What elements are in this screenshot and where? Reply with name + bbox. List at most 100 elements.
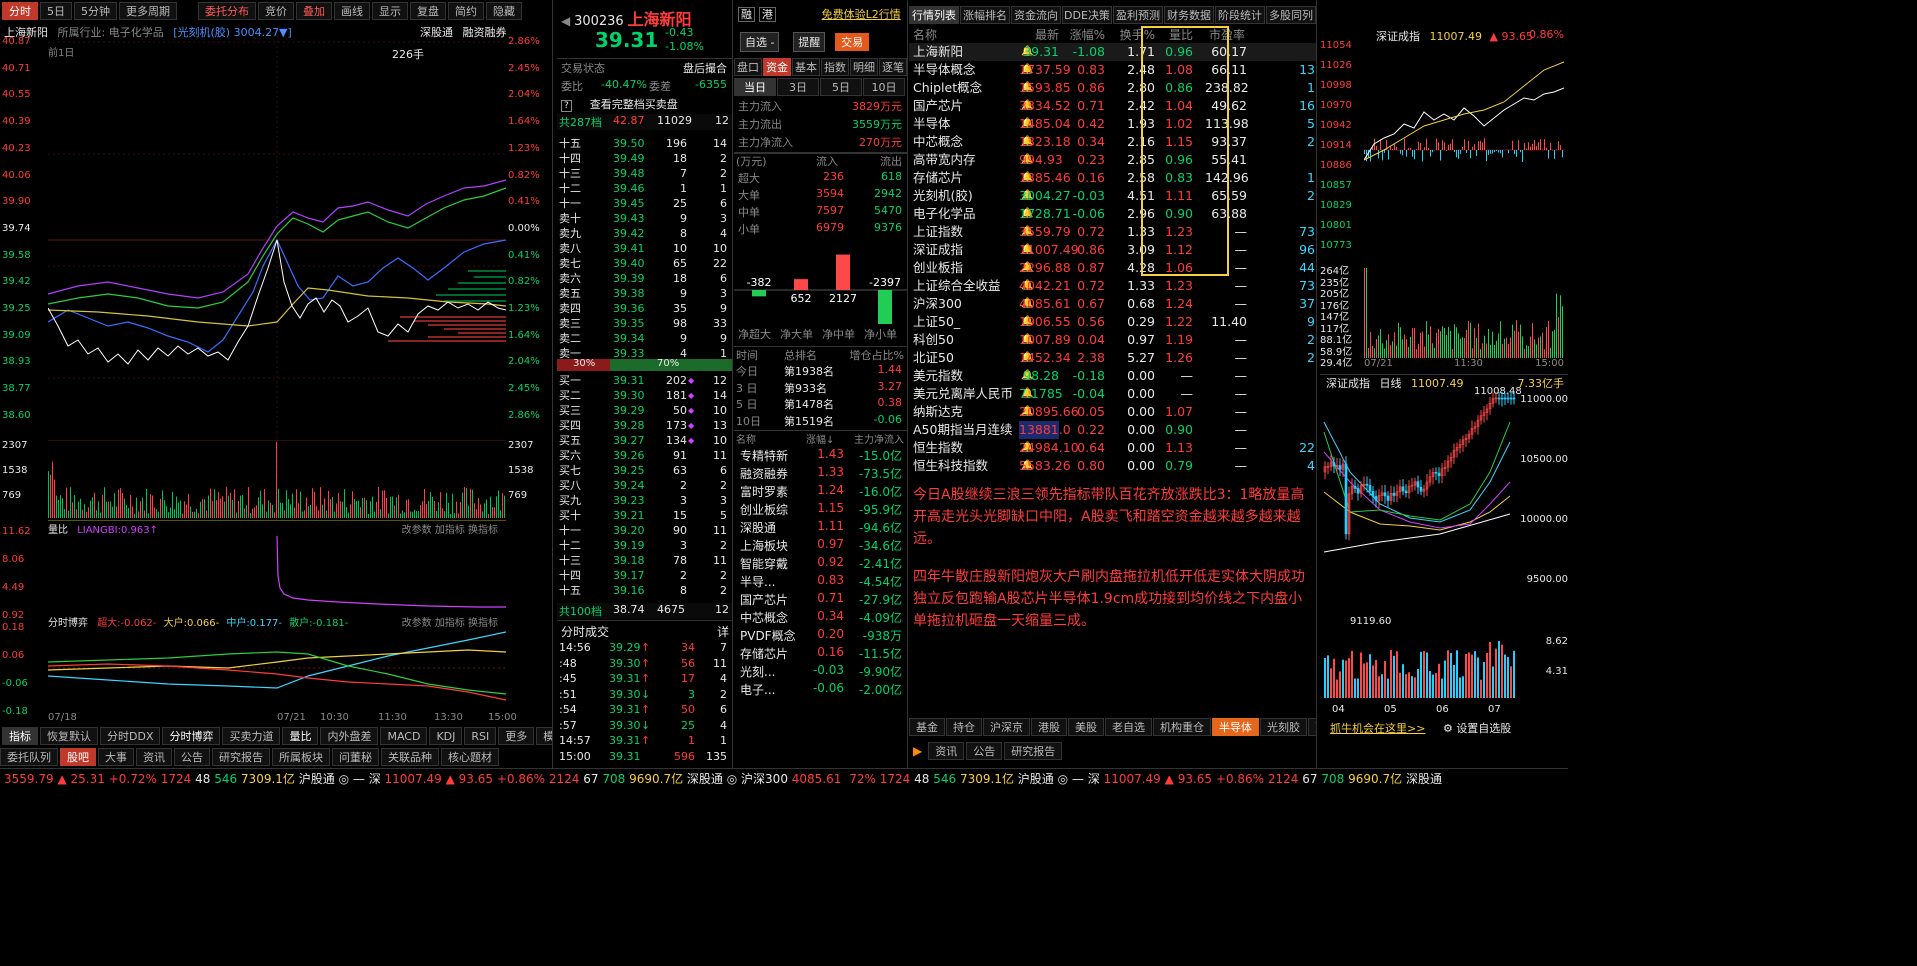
- fund-period-tab[interactable]: 10日: [863, 78, 905, 96]
- tab-bankuai[interactable]: 所属板块: [272, 748, 330, 766]
- quote-row[interactable]: 上海新阳 🔔 39.31 -1.08 1.71 0.96 60.17: [909, 43, 1316, 61]
- quote-bottom-tab[interactable]: 沪深京: [983, 718, 1030, 736]
- quote-row[interactable]: 电子化学品 🔔 1728.71 -0.06 2.96 0.90 63.88: [909, 205, 1316, 223]
- sector-name[interactable]: 光刻...: [740, 663, 775, 680]
- quote-tab[interactable]: 涨幅排名: [960, 6, 1010, 24]
- quote-row[interactable]: 中芯概念 🔔 1323.18 0.34 2.16 1.15 93.37 2: [909, 133, 1316, 151]
- tab-huaxian[interactable]: 画线: [334, 2, 370, 20]
- quote-name[interactable]: 上海新阳: [913, 43, 963, 61]
- tab-weituo[interactable]: 委托分布: [198, 2, 256, 20]
- sector-name[interactable]: 创业板综: [740, 501, 788, 518]
- quote-name[interactable]: 恒生科技指数: [913, 457, 988, 475]
- sector-name[interactable]: 国产芯片: [740, 591, 788, 608]
- fund-period-tab[interactable]: 3日: [777, 78, 819, 96]
- quote-name[interactable]: 电子化学品: [913, 205, 976, 223]
- quote-col-header[interactable]: 涨幅%: [1065, 26, 1105, 43]
- tab-jingjia[interactable]: 竞价: [258, 2, 294, 20]
- ind-tab-liangbi[interactable]: 量比: [282, 727, 319, 745]
- sector-name[interactable]: 融资融券: [740, 465, 788, 482]
- sgt-status-label[interactable]: 深股通: [687, 772, 723, 786]
- quote-row[interactable]: 北证50 🔔 1452.34 2.38 5.27 1.26—2: [909, 349, 1316, 367]
- tab-yincang[interactable]: 隐藏: [486, 2, 522, 20]
- sector-name[interactable]: 存储芯片: [740, 645, 788, 662]
- fund-tab[interactable]: 逐笔: [879, 58, 907, 76]
- quote-name[interactable]: 科创50: [913, 331, 954, 349]
- ind-tab-ddx[interactable]: 分时DDX: [100, 727, 161, 745]
- quote-row[interactable]: 美元指数 🔔 98.28 -0.18 0.00— —: [909, 367, 1316, 385]
- quote-row[interactable]: 美元兑离岸人民币 🔔 7.1785 -0.04 0.00— —: [909, 385, 1316, 403]
- sector-name[interactable]: 上海板块: [740, 537, 788, 554]
- sector-name[interactable]: 富时罗素: [740, 483, 788, 500]
- quote-sub-tab[interactable]: 资讯: [928, 742, 965, 760]
- quote-bottom-tab[interactable]: 更多: [1308, 718, 1316, 736]
- quote-row[interactable]: 深证成指 🔔 11007.49 0.86 3.09 1.12—96: [909, 241, 1316, 259]
- zixuan-button[interactable]: 自选 -: [740, 32, 780, 52]
- sector-name[interactable]: 中芯概念: [740, 609, 788, 626]
- tab-5day[interactable]: 5日: [40, 2, 72, 20]
- sector-name[interactable]: PVDF概念: [740, 627, 796, 644]
- ind-tab-boyi[interactable]: 分时博弈: [162, 727, 221, 745]
- ind-tab-rsi[interactable]: RSI: [464, 727, 497, 745]
- zhaoniu-link[interactable]: 抓牛机会在这里>>: [1330, 722, 1425, 735]
- ind-tab-macd[interactable]: MACD: [380, 727, 428, 745]
- quote-name[interactable]: 纳斯达克: [913, 403, 963, 421]
- quote-row[interactable]: 上证指数 🔔 3559.79 0.72 1.33 1.23—73: [909, 223, 1316, 241]
- quote-name[interactable]: 上证指数: [913, 223, 963, 241]
- quote-bottom-tab[interactable]: 光刻胶: [1260, 718, 1307, 736]
- tab-fupan[interactable]: 复盘: [410, 2, 446, 20]
- quote-tab[interactable]: 多股同列: [1266, 6, 1316, 24]
- tab-more-period[interactable]: 更多周期: [119, 2, 177, 20]
- status2-hgt[interactable]: 沪股通: [1018, 772, 1054, 786]
- quote-row[interactable]: 上证50_ 🔔 1906.55 0.56 0.29 1.22 11.40 9: [909, 313, 1316, 331]
- sector-name[interactable]: 电子...: [740, 681, 775, 698]
- fund-tab[interactable]: 基本: [792, 58, 820, 76]
- tab-hexin[interactable]: 核心题材: [441, 748, 499, 766]
- quote-name[interactable]: 美元指数: [913, 367, 963, 385]
- quote-row[interactable]: 纳斯达克 🔔 20895.66 0.05 0.00 1.07—: [909, 403, 1316, 421]
- trades-detail-button[interactable]: 详: [717, 623, 729, 640]
- ind-tab-more[interactable]: 更多: [498, 727, 535, 745]
- quote-bottom-tab[interactable]: 基金: [909, 718, 945, 736]
- quote-row[interactable]: Chiplet概念 🔔 1593.85 0.86 2.80 0.86 238.82 1: [909, 79, 1316, 97]
- setting-icon[interactable]: ⚙: [1443, 722, 1453, 735]
- quote-row[interactable]: 创业板指 🔔 2296.88 0.87 4.28 1.06—44: [909, 259, 1316, 277]
- tab-5min[interactable]: 5分钟: [74, 2, 117, 20]
- quote-tab[interactable]: 财务数据: [1164, 6, 1214, 24]
- status2-sgt[interactable]: 深股通: [1406, 772, 1442, 786]
- liangbi-switch-ind[interactable]: 换指标: [468, 525, 498, 536]
- quote-row[interactable]: 上证综合全收益 🔔 4042.21 0.72 1.33 1.23—73: [909, 277, 1316, 295]
- quote-name[interactable]: 半导体: [913, 115, 951, 133]
- free-l2-link[interactable]: 免费体验L2行情: [822, 8, 901, 21]
- tab-jianyue[interactable]: 简约: [448, 2, 484, 20]
- quote-name[interactable]: 北证50: [913, 349, 954, 367]
- quote-row[interactable]: 存储芯片 🔔 1385.46 0.16 2.58 0.83 142.96 1: [909, 169, 1316, 187]
- ind-tab-template[interactable]: 模板: [536, 727, 552, 745]
- quote-name[interactable]: A50期指当月连续: [913, 421, 1012, 439]
- quote-name[interactable]: 高带宽内存: [913, 151, 976, 169]
- tab-yanjiu[interactable]: 研究报告: [212, 748, 270, 766]
- quote-row[interactable]: 恒生指数 🔔 24984.10 0.64 0.00 1.13—22: [909, 439, 1316, 457]
- quote-name[interactable]: 创业板指: [913, 259, 963, 277]
- quote-bottom-tab[interactable]: 老自选: [1105, 718, 1152, 736]
- quote-row[interactable]: 半导体 🔔 1485.04 0.42 1.93 1.02 113.98 5: [909, 115, 1316, 133]
- sector-name[interactable]: 深股通: [740, 519, 776, 536]
- quote-sub-tab[interactable]: 研究报告: [1004, 742, 1063, 760]
- fund-tab[interactable]: 指数: [821, 58, 849, 76]
- quote-name[interactable]: 上证50_: [913, 313, 960, 331]
- quote-row[interactable]: 国产芯片 🔔 3334.52 0.71 2.42 1.04 49.62 16: [909, 97, 1316, 115]
- fund-period-tab[interactable]: 当日: [734, 78, 776, 96]
- quote-name[interactable]: 上证综合全收益: [913, 277, 1001, 295]
- ind-tab-neiwai[interactable]: 内外盘差: [320, 727, 379, 745]
- quote-sub-tab[interactable]: 公告: [966, 742, 1003, 760]
- fund-period-tab[interactable]: 5日: [820, 78, 862, 96]
- quote-row[interactable]: 半导体概念 🔔 1737.59 0.83 2.48 1.08 66.11 13: [909, 61, 1316, 79]
- nav-left-icon[interactable]: ◀: [561, 14, 570, 28]
- tab-gonggao[interactable]: 公告: [174, 748, 210, 766]
- question-icon[interactable]: ?: [561, 100, 572, 112]
- quote-tab[interactable]: 盈利预测: [1113, 6, 1163, 24]
- quote-col-header[interactable]: 最新: [1019, 26, 1059, 43]
- quote-col-header[interactable]: 名称: [913, 26, 937, 43]
- ind-tab-lidao[interactable]: 买卖力道: [222, 727, 281, 745]
- quote-tab[interactable]: 行情列表: [909, 6, 959, 24]
- quote-name[interactable]: 光刻机(胶): [913, 187, 973, 205]
